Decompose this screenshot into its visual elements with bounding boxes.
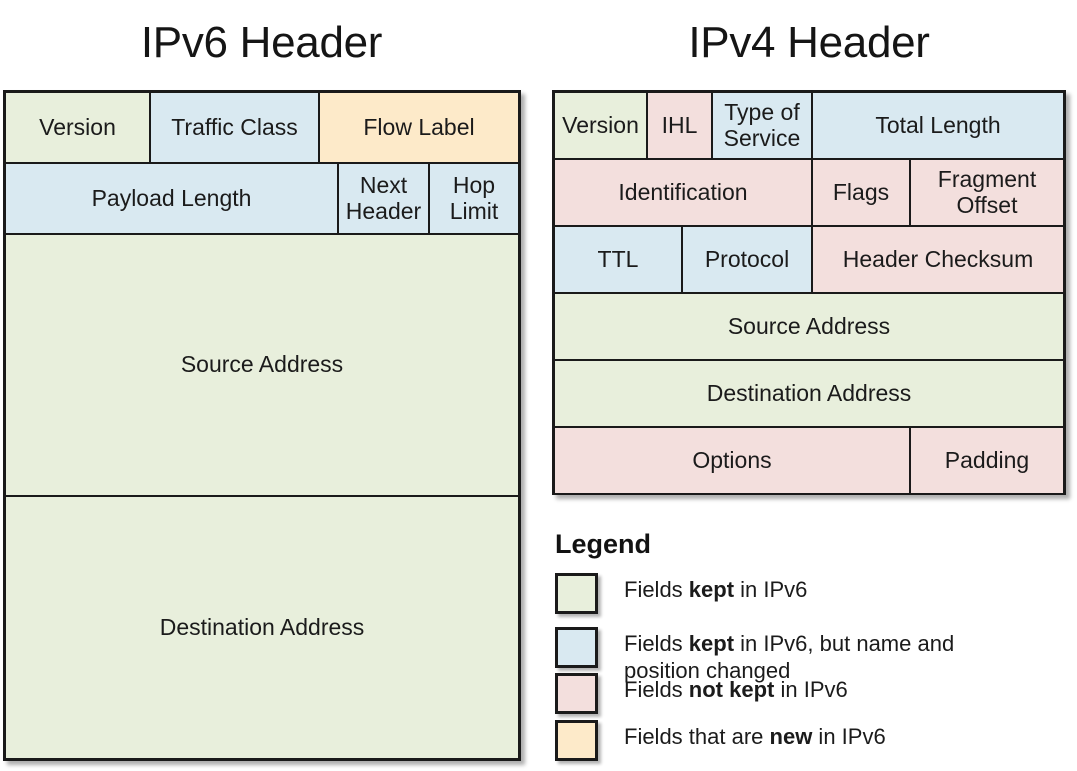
legend-text-pre: Fields xyxy=(624,677,689,702)
ipv6-row-1: Version Traffic Class Flow Label xyxy=(6,93,518,164)
ipv6-row-3: Source Address xyxy=(6,235,518,497)
legend: Legend Fields kept in IPv6 Fields kept i… xyxy=(552,529,1072,761)
ipv4-row-4: Source Address xyxy=(555,294,1063,361)
legend-text-pre: Fields xyxy=(624,577,689,602)
diagram-canvas: IPv6 Header IPv4 Header Version Traffic … xyxy=(0,0,1077,771)
ipv6-field-next-header: Next Header xyxy=(339,164,430,235)
legend-label-new: Fields that are new in IPv6 xyxy=(624,720,1036,751)
ipv4-field-type-of-service: Type of Service xyxy=(713,93,813,160)
legend-text-bold: new xyxy=(769,724,813,749)
legend-text-post: in IPv6 xyxy=(774,677,848,702)
ipv6-field-hop-limit: Hop Limit xyxy=(430,164,518,235)
ipv4-field-header-checksum: Header Checksum xyxy=(813,227,1063,294)
legend-swatch-new xyxy=(555,720,598,761)
legend-label-not-kept: Fields not kept in IPv6 xyxy=(624,673,1036,704)
legend-text-pre: Fields that are xyxy=(624,724,770,749)
legend-text-post: in IPv6 xyxy=(812,724,886,749)
ipv6-header-diagram: Version Traffic Class Flow Label Payload… xyxy=(3,90,521,761)
ipv4-header-diagram: Version IHL Type of Service Total Length… xyxy=(552,90,1066,495)
legend-item-not-kept: Fields not kept in IPv6 xyxy=(555,673,1036,714)
ipv4-row-6: Options Padding xyxy=(555,428,1063,493)
ipv4-field-ttl: TTL xyxy=(555,227,683,294)
ipv4-field-destination-address: Destination Address xyxy=(555,361,1063,428)
legend-swatch-kept-changed xyxy=(555,627,598,668)
ipv4-field-total-length: Total Length xyxy=(813,93,1063,160)
legend-title: Legend xyxy=(555,529,652,559)
ipv4-row-5: Destination Address xyxy=(555,361,1063,428)
legend-text-post: in IPv6 xyxy=(734,577,808,602)
ipv4-field-source-address: Source Address xyxy=(555,294,1063,361)
ipv6-field-flow-label: Flow Label xyxy=(320,93,518,164)
legend-text-bold: kept xyxy=(688,631,735,656)
legend-item-kept: Fields kept in IPv6 xyxy=(555,573,1036,614)
ipv6-row-4: Destination Address xyxy=(6,497,518,758)
legend-item-new: Fields that are new in IPv6 xyxy=(555,720,1036,761)
legend-swatch-kept xyxy=(555,573,598,614)
legend-swatch-not-kept xyxy=(555,673,598,714)
ipv4-field-options: Options xyxy=(555,428,911,493)
ipv6-field-version: Version xyxy=(6,93,151,164)
ipv6-field-destination-address: Destination Address xyxy=(6,497,518,758)
ipv4-row-2: Identification Flags Fragment Offset xyxy=(555,160,1063,227)
ipv4-field-identification: Identification xyxy=(555,160,813,227)
ipv6-field-traffic-class: Traffic Class xyxy=(151,93,320,164)
ipv6-field-source-address: Source Address xyxy=(6,235,518,497)
ipv4-field-version: Version xyxy=(555,93,648,160)
ipv4-field-flags: Flags xyxy=(813,160,911,227)
legend-text-bold: not kept xyxy=(688,677,775,702)
legend-text-pre: Fields xyxy=(624,631,689,656)
ipv4-row-1: Version IHL Type of Service Total Length xyxy=(555,93,1063,160)
ipv4-field-padding: Padding xyxy=(911,428,1063,493)
ipv4-header-title: IPv4 Header xyxy=(688,18,930,67)
ipv4-field-ihl: IHL xyxy=(648,93,713,160)
ipv4-row-3: TTL Protocol Header Checksum xyxy=(555,227,1063,294)
legend-text-bold: kept xyxy=(688,577,735,602)
ipv6-header-title: IPv6 Header xyxy=(140,18,383,67)
ipv6-field-payload-length: Payload Length xyxy=(6,164,339,235)
ipv4-field-fragment-offset: Fragment Offset xyxy=(911,160,1063,227)
ipv4-field-protocol: Protocol xyxy=(683,227,813,294)
legend-label-kept: Fields kept in IPv6 xyxy=(624,573,1036,604)
ipv6-row-2: Payload Length Next Header Hop Limit xyxy=(6,164,518,235)
